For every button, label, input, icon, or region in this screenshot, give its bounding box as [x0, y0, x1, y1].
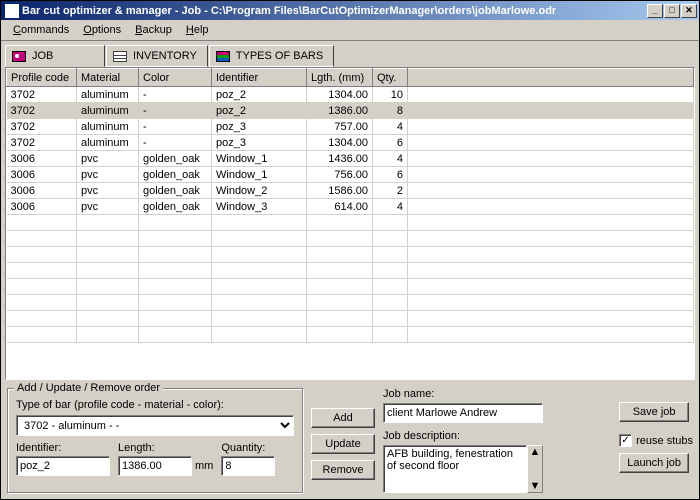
orders-grid[interactable]: Profile code Material Color Identifier L…	[5, 67, 695, 380]
table-row-empty	[7, 247, 694, 263]
job-info: Job name: Job description: ▲▼	[383, 388, 611, 493]
length-input[interactable]	[118, 456, 192, 476]
launch-job-button[interactable]: Launch job	[619, 453, 689, 473]
table-row-empty	[7, 215, 694, 231]
window-title: Bar cut optimizer & manager - Job - C:\P…	[22, 5, 647, 17]
menu-help[interactable]: Help	[180, 22, 215, 38]
col-length[interactable]: Lgth. (mm)	[307, 69, 373, 87]
tab-label: INVENTORY	[133, 50, 197, 62]
col-color[interactable]: Color	[139, 69, 212, 87]
form-buttons: Add Update Remove	[311, 388, 375, 493]
order-form-group: Add / Update / Remove order Type of bar …	[7, 388, 303, 493]
tab-label: TYPES OF BARS	[236, 50, 323, 62]
remove-button[interactable]: Remove	[311, 460, 375, 480]
table-row[interactable]: 3702aluminum-poz_3757.004	[7, 119, 694, 135]
tab-label: JOB	[32, 50, 53, 62]
app-icon	[5, 4, 19, 18]
job-actions: Save job ✓ reuse stubs Launch job	[619, 388, 693, 493]
quantity-input[interactable]	[221, 456, 275, 476]
length-label: Length:	[118, 442, 213, 454]
menu-backup[interactable]: Backup	[129, 22, 178, 38]
titlebar: Bar cut optimizer & manager - Job - C:\P…	[1, 1, 699, 20]
tab-job[interactable]: JOB	[5, 45, 105, 67]
col-identifier[interactable]: Identifier	[212, 69, 307, 87]
table-row-empty	[7, 231, 694, 247]
job-name-label: Job name:	[383, 388, 611, 400]
table-row[interactable]: 3702aluminum-poz_21386.008	[7, 103, 694, 119]
save-job-button[interactable]: Save job	[619, 402, 689, 422]
close-button[interactable]: ✕	[681, 4, 697, 18]
type-select[interactable]: 3702 - aluminum - -	[16, 415, 294, 436]
table-row-empty	[7, 327, 694, 343]
update-button[interactable]: Update	[311, 434, 375, 454]
group-title: Add / Update / Remove order	[14, 382, 163, 394]
textarea-scrollbar[interactable]: ▲▼	[527, 445, 543, 493]
job-icon	[12, 51, 26, 62]
minimize-button[interactable]: _	[647, 4, 663, 18]
menubar: Commandsdocument.currentScript.previousE…	[1, 20, 699, 41]
bottom-panel: Add / Update / Remove order Type of bar …	[1, 384, 699, 499]
length-unit: mm	[195, 460, 213, 472]
checkbox-icon: ✓	[619, 434, 632, 447]
table-row[interactable]: 3006pvcgolden_oakWindow_11436.004	[7, 151, 694, 167]
tab-inventory[interactable]: INVENTORY	[106, 45, 208, 67]
table-row-empty	[7, 295, 694, 311]
reuse-stubs-checkbox[interactable]: ✓ reuse stubs	[619, 434, 693, 447]
menu-options[interactable]: Options	[77, 22, 127, 38]
table-row[interactable]: 3006pvcgolden_oakWindow_3614.004	[7, 199, 694, 215]
table-row-empty	[7, 311, 694, 327]
col-spacer	[408, 69, 694, 87]
job-desc-input[interactable]	[383, 445, 527, 493]
inventory-icon	[113, 51, 127, 62]
job-desc-label: Job description:	[383, 430, 611, 442]
table-row-empty	[7, 279, 694, 295]
maximize-button[interactable]: □	[664, 4, 680, 18]
col-material[interactable]: Material	[77, 69, 139, 87]
table-row[interactable]: 3702aluminum-poz_21304.0010	[7, 87, 694, 103]
add-button[interactable]: Add	[311, 408, 375, 428]
table-row-empty	[7, 263, 694, 279]
identifier-label: Identifier:	[16, 442, 110, 454]
reuse-stubs-label: reuse stubs	[636, 435, 693, 447]
table-row[interactable]: 3702aluminum-poz_31304.006	[7, 135, 694, 151]
table-row[interactable]: 3006pvcgolden_oakWindow_1756.006	[7, 167, 694, 183]
col-qty[interactable]: Qty.	[373, 69, 408, 87]
job-name-input[interactable]	[383, 403, 543, 423]
quantity-label: Quantity:	[221, 442, 275, 454]
col-profile[interactable]: Profile code	[7, 69, 77, 87]
grid-header-row: Profile code Material Color Identifier L…	[7, 69, 694, 87]
tab-types[interactable]: TYPES OF BARS	[209, 45, 334, 67]
identifier-input[interactable]	[16, 456, 110, 476]
table-row[interactable]: 3006pvcgolden_oakWindow_21586.002	[7, 183, 694, 199]
tabbar: JOB INVENTORY TYPES OF BARS	[1, 41, 699, 67]
app-window: Bar cut optimizer & manager - Job - C:\P…	[0, 0, 700, 500]
types-icon	[216, 51, 230, 62]
type-label: Type of bar (profile code - material - c…	[16, 399, 294, 411]
menu-commands[interactable]: Commandsdocument.currentScript.previousE…	[7, 22, 75, 38]
